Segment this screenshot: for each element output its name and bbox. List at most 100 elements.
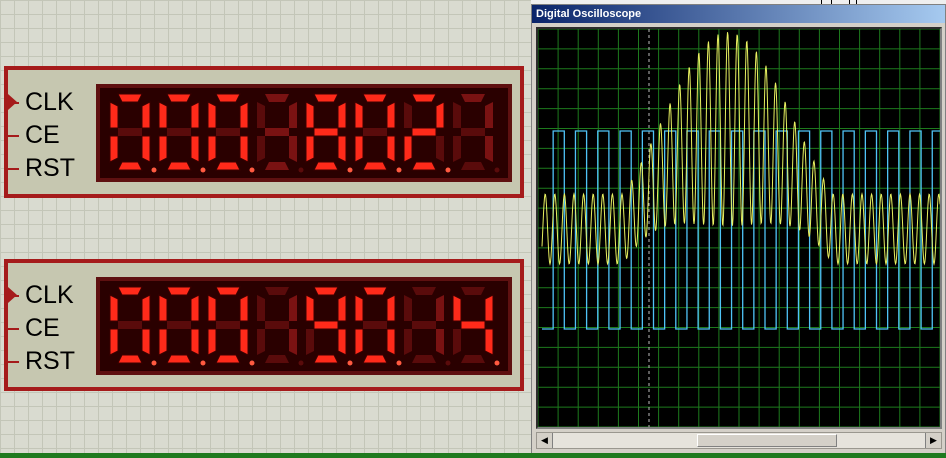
segment-g bbox=[460, 320, 486, 330]
scope-screen[interactable] bbox=[536, 27, 942, 429]
arrow-right-icon[interactable]: ▶ bbox=[925, 433, 941, 448]
segment-d bbox=[117, 161, 143, 171]
segment-c bbox=[289, 329, 297, 355]
arrow-left-icon[interactable]: ◀ bbox=[537, 433, 553, 448]
window-title: Digital Oscilloscope bbox=[532, 5, 945, 23]
segment-f bbox=[453, 102, 461, 128]
segment-g bbox=[167, 128, 191, 136]
digit-2 bbox=[158, 93, 206, 173]
segment-b bbox=[239, 101, 249, 129]
segment-g bbox=[118, 321, 142, 329]
segment-c bbox=[484, 328, 494, 356]
segment-d bbox=[362, 354, 388, 364]
segment-c bbox=[436, 136, 444, 162]
decimal-point bbox=[151, 167, 157, 173]
segment-b bbox=[337, 294, 347, 322]
segment-f bbox=[354, 294, 364, 322]
oscilloscope-window[interactable]: Digital Oscilloscope ◀ ▶ bbox=[531, 4, 946, 456]
decimal-point bbox=[249, 167, 255, 173]
segment-e bbox=[306, 329, 314, 355]
segment-e bbox=[453, 329, 461, 355]
pin-ce: CE bbox=[5, 123, 60, 148]
digit-8 bbox=[453, 94, 500, 173]
segment-f bbox=[207, 294, 217, 322]
seven-segment-display-1 bbox=[96, 84, 512, 182]
digit-3 bbox=[207, 286, 255, 366]
segment-c bbox=[190, 328, 200, 356]
segment-a bbox=[461, 94, 485, 102]
segment-f bbox=[354, 101, 364, 129]
seven-segment-display-2 bbox=[96, 277, 512, 375]
segment-c bbox=[289, 136, 297, 162]
segment-a bbox=[412, 287, 436, 295]
segment-b bbox=[190, 101, 200, 129]
segment-a bbox=[117, 93, 143, 103]
scrollbar-thumb[interactable] bbox=[697, 434, 837, 447]
segment-g bbox=[265, 128, 289, 136]
digit-4 bbox=[257, 94, 304, 173]
pin-rst: RST bbox=[5, 156, 75, 181]
decimal-point bbox=[298, 167, 304, 173]
digit-8 bbox=[452, 287, 500, 366]
segment-f bbox=[109, 101, 119, 129]
wire-bottom bbox=[0, 453, 946, 458]
counter-display-2[interactable]: CLK CE RST bbox=[4, 259, 524, 391]
segment-b bbox=[190, 294, 200, 322]
decimal-point bbox=[396, 167, 402, 173]
segment-g bbox=[265, 321, 289, 329]
segment-e bbox=[404, 329, 412, 355]
segment-g bbox=[313, 127, 339, 137]
segment-a bbox=[362, 286, 388, 296]
segment-f bbox=[257, 102, 265, 128]
segment-e bbox=[158, 135, 168, 163]
segment-c bbox=[337, 135, 347, 163]
segment-a bbox=[117, 286, 143, 296]
segment-a bbox=[215, 286, 241, 296]
segment-f bbox=[404, 295, 412, 321]
segment-g bbox=[313, 320, 339, 330]
segment-g bbox=[461, 128, 485, 136]
segment-b bbox=[141, 294, 151, 322]
segment-b bbox=[484, 294, 494, 322]
decimal-point bbox=[494, 167, 500, 173]
segment-e bbox=[109, 328, 119, 356]
segment-f bbox=[452, 294, 462, 322]
decimal-point bbox=[347, 360, 353, 366]
segment-f bbox=[158, 294, 168, 322]
segment-e bbox=[354, 328, 364, 356]
segment-c bbox=[239, 328, 249, 356]
decimal-point bbox=[298, 360, 304, 366]
segment-a bbox=[362, 93, 388, 103]
segment-b bbox=[239, 294, 249, 322]
counter-display-1[interactable]: CLK CE RST bbox=[4, 66, 524, 198]
scope-plot bbox=[537, 28, 941, 428]
segment-d bbox=[166, 354, 192, 364]
segment-b bbox=[289, 102, 297, 128]
segment-b bbox=[386, 101, 396, 129]
horizontal-scrollbar[interactable]: ◀ ▶ bbox=[536, 432, 942, 449]
digit-4 bbox=[257, 287, 304, 366]
pin-clk: CLK bbox=[5, 283, 74, 308]
segment-g bbox=[167, 321, 191, 329]
decimal-point bbox=[445, 167, 451, 173]
segment-a bbox=[313, 286, 339, 296]
segment-a bbox=[166, 286, 192, 296]
segment-f bbox=[207, 101, 217, 129]
segment-c bbox=[337, 328, 347, 356]
segment-d bbox=[117, 354, 143, 364]
segment-d bbox=[166, 161, 192, 171]
segment-f bbox=[404, 102, 412, 128]
digit-7 bbox=[403, 93, 451, 173]
trace-square bbox=[542, 130, 940, 330]
digit-6 bbox=[354, 93, 402, 173]
segment-f bbox=[158, 101, 168, 129]
pin-ce: CE bbox=[5, 316, 60, 341]
decimal-point bbox=[494, 360, 500, 366]
segment-b bbox=[435, 101, 445, 129]
segment-c bbox=[436, 329, 444, 355]
segment-f bbox=[305, 294, 315, 322]
segment-e bbox=[207, 328, 217, 356]
segment-b bbox=[289, 295, 297, 321]
segment-c bbox=[386, 328, 396, 356]
segment-d bbox=[412, 355, 436, 363]
